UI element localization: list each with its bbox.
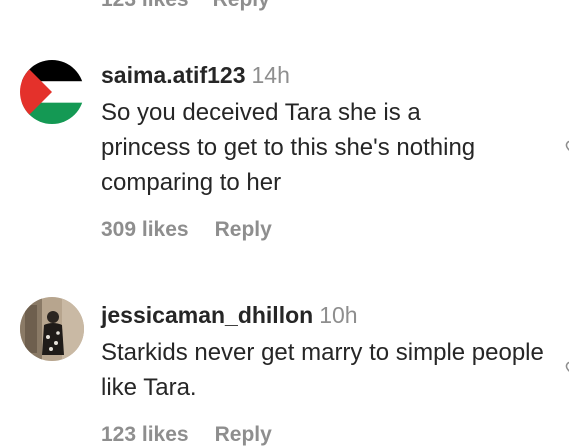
heart-icon[interactable] bbox=[565, 138, 569, 156]
comment-body: saima.atif123 14h So you deceived Tara sh… bbox=[101, 61, 551, 242]
reply-button[interactable]: Reply bbox=[213, 0, 270, 12]
person-photo-icon bbox=[20, 297, 84, 361]
timestamp[interactable]: 10h bbox=[319, 302, 357, 328]
comment-text: Starkids never get marry to simple peopl… bbox=[101, 339, 544, 401]
avatar[interactable] bbox=[20, 60, 84, 124]
comment-actions: 309 likes Reply bbox=[101, 218, 551, 242]
timestamp[interactable]: 14h bbox=[251, 62, 289, 88]
previous-comment-actions: 123 likes Reply bbox=[101, 0, 270, 12]
like-count[interactable]: 309 likes bbox=[101, 218, 189, 242]
avatar[interactable] bbox=[20, 297, 84, 361]
username[interactable]: saima.atif123 bbox=[101, 62, 245, 88]
reply-button[interactable]: Reply bbox=[215, 423, 272, 447]
comment-header: jessicaman_dhillon 10h bbox=[101, 301, 551, 329]
like-count[interactable]: 123 likes bbox=[101, 0, 189, 12]
username[interactable]: jessicaman_dhillon bbox=[101, 302, 313, 328]
comment-header: saima.atif123 14h bbox=[101, 61, 551, 89]
comment-text: So you deceived Tara she is a princess t… bbox=[101, 99, 476, 196]
like-count[interactable]: 123 likes bbox=[101, 423, 189, 447]
comment-body: jessicaman_dhillon 10h Starkids never get… bbox=[101, 301, 551, 447]
reply-button[interactable]: Reply bbox=[215, 218, 272, 242]
heart-icon[interactable] bbox=[565, 359, 569, 377]
comment-actions: 123 likes Reply bbox=[101, 423, 551, 447]
palestine-flag-icon bbox=[20, 60, 84, 124]
